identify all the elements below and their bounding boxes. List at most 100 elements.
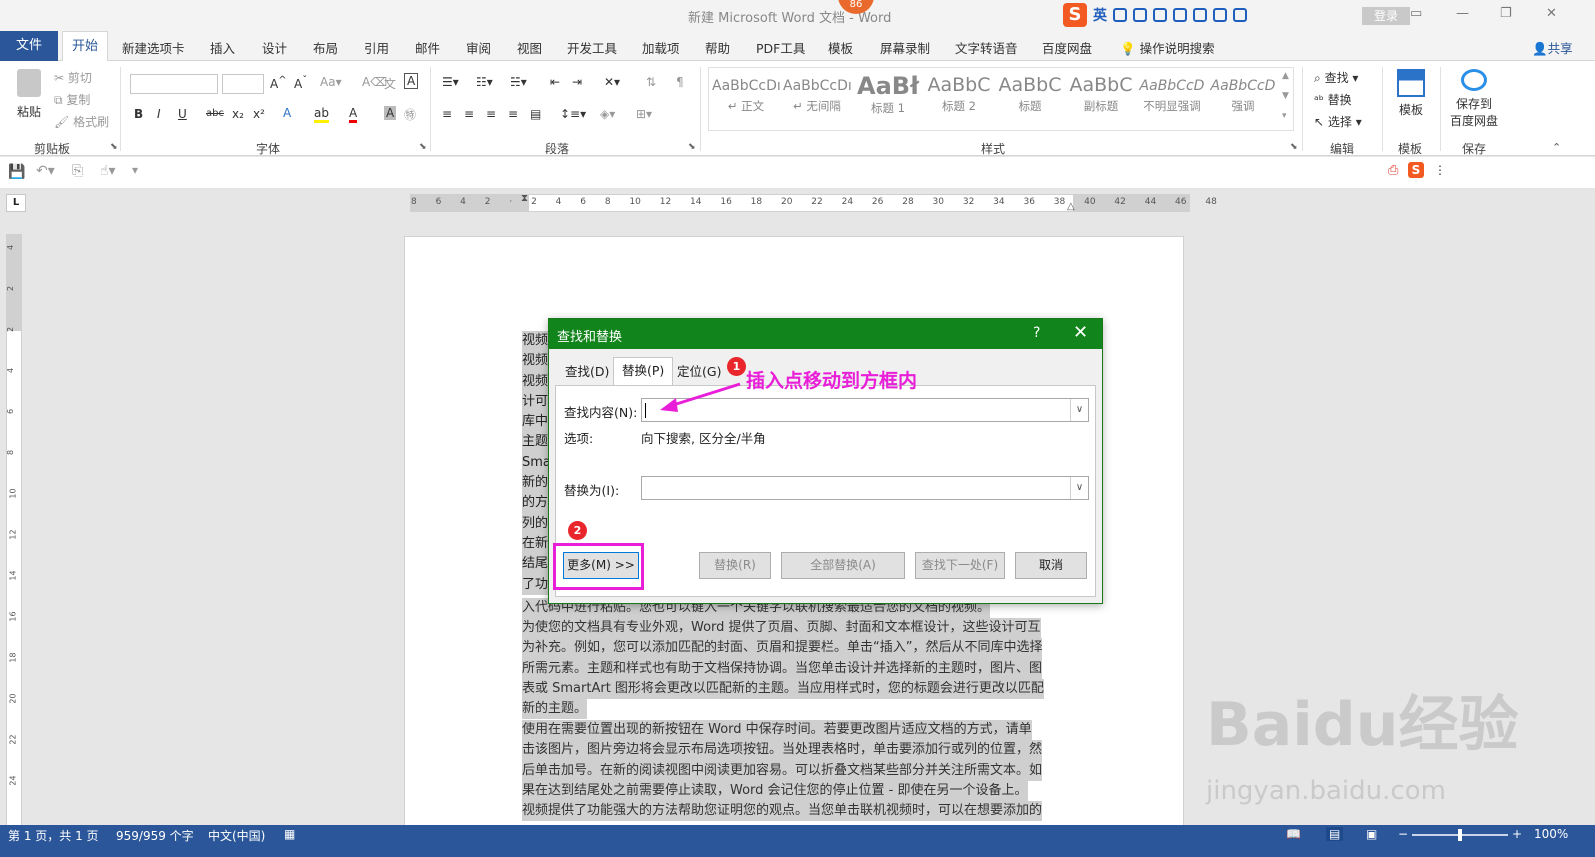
style-subtle-emphasis[interactable]: AaBbCcD 不明显强调 bbox=[1138, 72, 1206, 124]
line-spacing-icon[interactable]: ↕≡▾ bbox=[560, 107, 586, 121]
print-layout-icon[interactable]: ▤ bbox=[1326, 827, 1344, 841]
tab-file[interactable]: 文件 bbox=[0, 31, 58, 61]
grow-font-icon[interactable]: A^ bbox=[270, 75, 287, 91]
zoom-in-icon[interactable]: + bbox=[1512, 827, 1522, 841]
close-window-icon[interactable]: ✕ bbox=[1546, 6, 1557, 21]
user-icon[interactable] bbox=[1193, 8, 1207, 22]
justify-icon[interactable]: ≡ bbox=[508, 107, 518, 121]
font-color-icon[interactable]: A bbox=[349, 106, 358, 123]
help-icon[interactable]: ? bbox=[1033, 325, 1040, 341]
char-border-icon[interactable]: A bbox=[404, 73, 419, 89]
tab-view[interactable]: 视图 bbox=[517, 38, 542, 57]
find-button[interactable]: ⌕ 查找 ▾ bbox=[1314, 69, 1358, 86]
char-shading-icon[interactable]: A bbox=[384, 106, 397, 120]
touch-mode-icon[interactable]: ☝▾ bbox=[100, 163, 116, 179]
replace-input[interactable]: ∨ bbox=[641, 476, 1089, 500]
dialog-launcher-icon[interactable]: ⬊ bbox=[688, 142, 696, 152]
bullets-icon[interactable]: ☰▾ bbox=[442, 75, 459, 89]
save-to-baidu-button[interactable]: 保存到 百度网盘 bbox=[1446, 69, 1502, 129]
horizontal-ruler[interactable]: 8 6 4 2 · 2 4 6 8 10 12 14 16 18 20 22 2… bbox=[410, 193, 1217, 212]
style-no-spacing[interactable]: AaBbCcDı ↵ 无间隔 bbox=[783, 72, 851, 124]
zoom-level[interactable]: 100% bbox=[1534, 827, 1568, 841]
paragraph-2[interactable]: 为使您的文档具有专业外观，Word 提供了页眉、页脚、封面和文本框设计，这些设计… bbox=[522, 618, 1067, 720]
tab-references[interactable]: 引用 bbox=[364, 38, 389, 57]
page-count[interactable]: 第 1 页，共 1 页 bbox=[8, 827, 99, 844]
sogou-icon[interactable]: S bbox=[1408, 162, 1424, 178]
emoji-icon[interactable] bbox=[1133, 8, 1147, 22]
dialog-titlebar[interactable]: 查找和替换 ? ✕ bbox=[549, 319, 1102, 349]
undo-icon[interactable]: ↶▾ bbox=[36, 163, 55, 179]
borders-icon[interactable]: ⊞▾ bbox=[636, 107, 652, 121]
change-case-icon[interactable]: Aa▾ bbox=[320, 75, 342, 89]
gallery-scroll-down-icon[interactable]: ▼ bbox=[1282, 91, 1289, 101]
distributed-icon[interactable]: ▤ bbox=[530, 107, 541, 121]
vertical-ruler[interactable]: 4 2 2 4 6 8 10 12 14 16 18 20 22 24 bbox=[6, 234, 22, 830]
tab-help[interactable]: 帮助 bbox=[705, 38, 730, 57]
style-subtitle[interactable]: AaBbC 副标题 bbox=[1067, 72, 1135, 124]
shading-icon[interactable]: ◈▾ bbox=[600, 107, 615, 121]
dialog-launcher-icon[interactable]: ⬊ bbox=[419, 142, 427, 152]
right-indent-marker-icon[interactable]: △ bbox=[1067, 201, 1075, 212]
ime-mode[interactable]: 英 bbox=[1093, 5, 1107, 25]
sort-icon[interactable]: ⇅ bbox=[646, 75, 656, 89]
subscript-icon[interactable]: x₂ bbox=[232, 107, 244, 121]
select-button[interactable]: ↖ 选择 ▾ bbox=[1314, 113, 1362, 130]
share-button[interactable]: 👤共享 bbox=[1532, 38, 1573, 57]
chinese-layout-icon[interactable]: ✕▾ bbox=[604, 75, 620, 89]
increase-indent-icon[interactable]: ⇥ bbox=[572, 75, 582, 89]
format-painter-button[interactable]: 🖌 格式刷 bbox=[54, 113, 109, 130]
zoom-out-icon[interactable]: − bbox=[1398, 827, 1408, 841]
tab-home[interactable]: 开始 bbox=[62, 31, 108, 62]
repeat-icon[interactable]: ⎘ bbox=[72, 163, 83, 179]
cancel-button[interactable]: 取消 bbox=[1015, 552, 1087, 579]
tab-layout[interactable]: 布局 bbox=[313, 38, 338, 57]
macro-record-icon[interactable]: ▦ bbox=[284, 827, 295, 841]
dialog-launcher-icon[interactable]: ⬊ bbox=[1290, 142, 1298, 152]
restore-icon[interactable]: ❐ bbox=[1500, 6, 1512, 21]
tab-design[interactable]: 设计 bbox=[262, 38, 287, 57]
text-effects-icon[interactable]: A bbox=[283, 106, 291, 120]
toolbox-icon[interactable] bbox=[1233, 8, 1247, 22]
keyboard-icon[interactable] bbox=[1173, 8, 1187, 22]
replace-all-button[interactable]: 全部替换(A) bbox=[781, 552, 905, 579]
tab-template[interactable]: 模板 bbox=[828, 38, 853, 57]
tab-addins[interactable]: 加载项 bbox=[642, 38, 680, 57]
tab-find[interactable]: 查找(D) bbox=[557, 359, 617, 385]
tab-developer[interactable]: 开发工具 bbox=[567, 38, 617, 57]
style-emphasis[interactable]: AaBbCcD 强调 bbox=[1209, 72, 1277, 124]
tell-me-search[interactable]: 💡 操作说明搜索 bbox=[1120, 38, 1215, 57]
zoom-slider[interactable] bbox=[1412, 829, 1508, 841]
phonetic-icon[interactable]: 文 bbox=[384, 75, 396, 92]
zoom-thumb[interactable] bbox=[1458, 829, 1462, 841]
chevron-down-icon[interactable]: ∨ bbox=[1070, 477, 1088, 499]
tab-insert[interactable]: 插入 bbox=[210, 38, 235, 57]
multilevel-list-icon[interactable]: ☵▾ bbox=[510, 75, 527, 89]
paragraph-3[interactable]: 使用在需要位置出现的新按钮在 Word 中保存时间。若要更改图片适应文档的方式，… bbox=[522, 720, 1067, 822]
save-icon[interactable]: 💾 bbox=[8, 164, 25, 180]
style-heading2[interactable]: AaBbC 标题 2 bbox=[925, 72, 993, 124]
copy-button[interactable]: ⧉ 复制 bbox=[54, 91, 90, 108]
paste-button[interactable]: 粘贴 bbox=[12, 69, 46, 129]
italic-icon[interactable]: I bbox=[157, 107, 161, 121]
decrease-indent-icon[interactable]: ⇤ bbox=[550, 75, 560, 89]
find-next-button[interactable]: 查找下一处(F) bbox=[915, 552, 1005, 579]
style-title[interactable]: AaBbC 标题 bbox=[996, 72, 1064, 124]
microphone-icon[interactable] bbox=[1153, 8, 1167, 22]
skin-icon[interactable] bbox=[1213, 8, 1227, 22]
indent-marker-icon[interactable]: ⧗ bbox=[521, 193, 528, 204]
gallery-more-icon[interactable]: ▾ bbox=[1282, 111, 1287, 121]
font-name-dropdown[interactable] bbox=[130, 74, 218, 94]
close-icon[interactable]: ✕ bbox=[1073, 322, 1088, 343]
customize-qat-icon[interactable]: ▾ bbox=[132, 163, 138, 177]
pdf-icon[interactable]: ⎙ bbox=[1388, 163, 1398, 178]
replace-button[interactable]: 替换(R) bbox=[699, 552, 771, 579]
ime-toolbar[interactable]: S 英 bbox=[1063, 3, 1309, 27]
superscript-icon[interactable]: x² bbox=[253, 107, 265, 121]
strikethrough-icon[interactable]: abc bbox=[206, 108, 224, 119]
highlight-icon[interactable]: ab bbox=[314, 106, 329, 123]
underline-icon[interactable]: U bbox=[178, 107, 187, 121]
bold-icon[interactable]: B bbox=[134, 107, 143, 121]
tab-screen-record[interactable]: 屏幕录制 bbox=[880, 38, 930, 57]
tab-mailings[interactable]: 邮件 bbox=[415, 38, 440, 57]
ribbon-display-icon[interactable]: ▭ bbox=[1410, 6, 1422, 21]
